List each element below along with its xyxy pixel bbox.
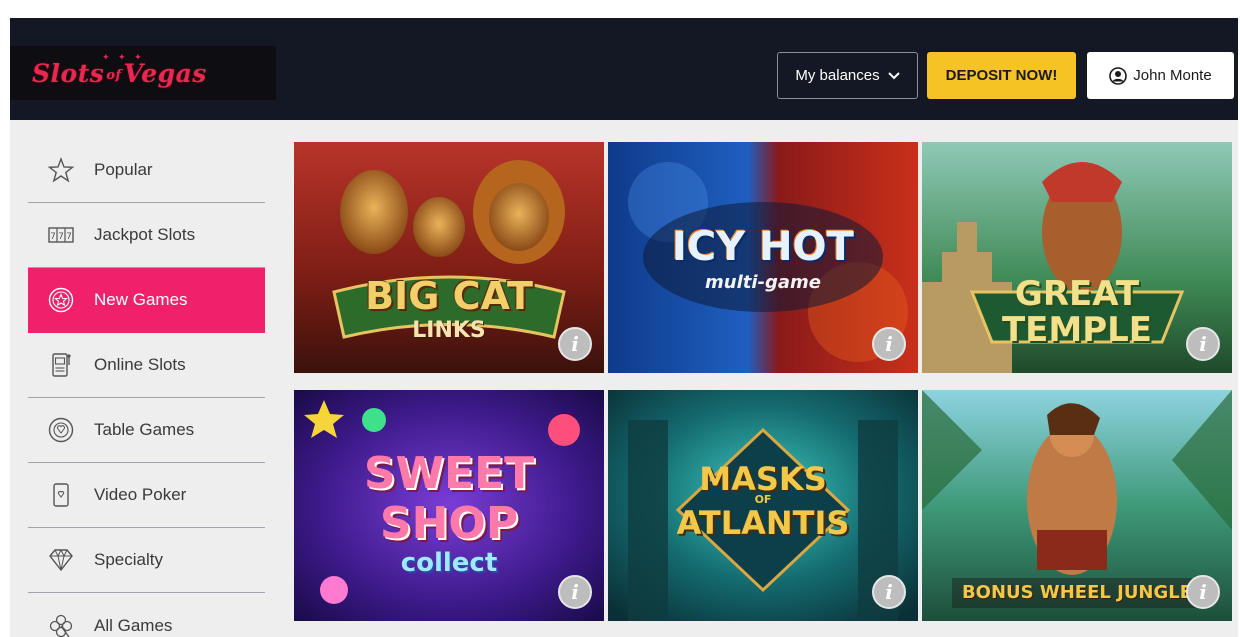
sidebar-item-label: Jackpot Slots bbox=[94, 225, 196, 244]
top-bar: ✦ ✦ ✦ Slots ofVegas My balances DEPOSIT N… bbox=[10, 18, 1238, 120]
game-info-button[interactable]: i bbox=[558, 327, 592, 361]
svg-text:7: 7 bbox=[58, 232, 64, 242]
category-sidebar: Popular 777 Jackpot Slots New Games Onli… bbox=[28, 138, 265, 637]
game-info-button[interactable]: i bbox=[872, 575, 906, 609]
game-info-button[interactable]: i bbox=[558, 575, 592, 609]
game-info-button[interactable]: i bbox=[1186, 575, 1220, 609]
game-tile-bonus-wheel-jungle[interactable]: BONUS WHEEL JUNGLE i bbox=[922, 390, 1232, 621]
diamond-icon bbox=[46, 545, 76, 575]
game-info-button[interactable]: i bbox=[872, 327, 906, 361]
sidebar-item-label: Video Poker bbox=[94, 485, 187, 504]
app-frame: ✦ ✦ ✦ Slots ofVegas My balances DEPOSIT N… bbox=[10, 18, 1238, 637]
game-subtitle: SHOP bbox=[379, 498, 519, 549]
game-tile-great-temple[interactable]: GREAT TEMPLE i bbox=[922, 142, 1232, 373]
user-name: John Monte bbox=[1133, 67, 1212, 84]
sidebar-item-jackpot-slots[interactable]: 777 Jackpot Slots bbox=[28, 203, 265, 268]
game-grid: BIG CAT LINKS i ICY HOT multi-game i GRE… bbox=[294, 142, 1232, 622]
star-icon bbox=[46, 155, 76, 185]
svg-text:7: 7 bbox=[66, 232, 72, 242]
game-title: BIG CAT bbox=[365, 274, 533, 318]
sidebar-item-popular[interactable]: Popular bbox=[28, 138, 265, 203]
sidebar-item-label: All Games bbox=[94, 615, 173, 635]
user-avatar-icon bbox=[1109, 66, 1128, 85]
sidebar-item-label: Table Games bbox=[94, 420, 195, 439]
game-title: ICY HOT bbox=[672, 224, 854, 270]
sidebar-item-new-games[interactable]: New Games bbox=[28, 268, 265, 333]
sidebar-item-specialty[interactable]: Specialty bbox=[28, 528, 265, 593]
chevron-down-icon bbox=[887, 71, 900, 79]
sidebar-item-video-poker[interactable]: Video Poker bbox=[28, 463, 265, 528]
poker-chip-icon bbox=[46, 415, 76, 445]
game-tagline: collect bbox=[400, 548, 498, 578]
svg-text:7: 7 bbox=[50, 232, 56, 242]
game-info-button[interactable]: i bbox=[1186, 327, 1220, 361]
sidebar-item-table-games[interactable]: Table Games bbox=[28, 398, 265, 463]
user-account-button[interactable]: John Monte bbox=[1087, 52, 1234, 99]
game-tile-big-cat-links[interactable]: BIG CAT LINKS i bbox=[294, 142, 604, 373]
game-subtitle: ATLANTIS bbox=[676, 504, 850, 542]
clover-icon bbox=[46, 611, 76, 637]
game-title: SWEET bbox=[363, 448, 535, 499]
game-tile-sweet-shop-collect[interactable]: SWEET SHOP collect i bbox=[294, 390, 604, 621]
logo-stars-decoration: ✦ ✦ ✦ bbox=[102, 52, 145, 62]
game-title: GREAT bbox=[1014, 274, 1140, 314]
game-subtitle: multi-game bbox=[705, 272, 821, 293]
deposit-now-button[interactable]: DEPOSIT NOW! bbox=[927, 52, 1076, 99]
game-tile-icy-hot[interactable]: ICY HOT multi-game i bbox=[608, 142, 918, 373]
sidebar-item-label: New Games bbox=[94, 290, 188, 309]
sidebar-item-label: Online Slots bbox=[94, 355, 186, 374]
sidebar-item-all-games[interactable]: All Games bbox=[28, 593, 265, 637]
sidebar-item-label: Popular bbox=[94, 160, 153, 179]
new-star-badge-icon bbox=[46, 285, 76, 315]
slot-machine-icon bbox=[46, 350, 76, 380]
sidebar-item-label: Specialty bbox=[94, 550, 163, 569]
playing-card-icon bbox=[46, 480, 76, 510]
logo[interactable]: ✦ ✦ ✦ Slots ofVegas bbox=[10, 46, 276, 100]
game-tile-masks-of-atlantis[interactable]: MASKS OF ATLANTIS i bbox=[608, 390, 918, 621]
my-balances-button[interactable]: My balances bbox=[777, 52, 918, 99]
slot-reels-icon: 777 bbox=[46, 220, 76, 250]
my-balances-label: My balances bbox=[795, 67, 880, 84]
sidebar-item-online-slots[interactable]: Online Slots bbox=[28, 333, 265, 398]
